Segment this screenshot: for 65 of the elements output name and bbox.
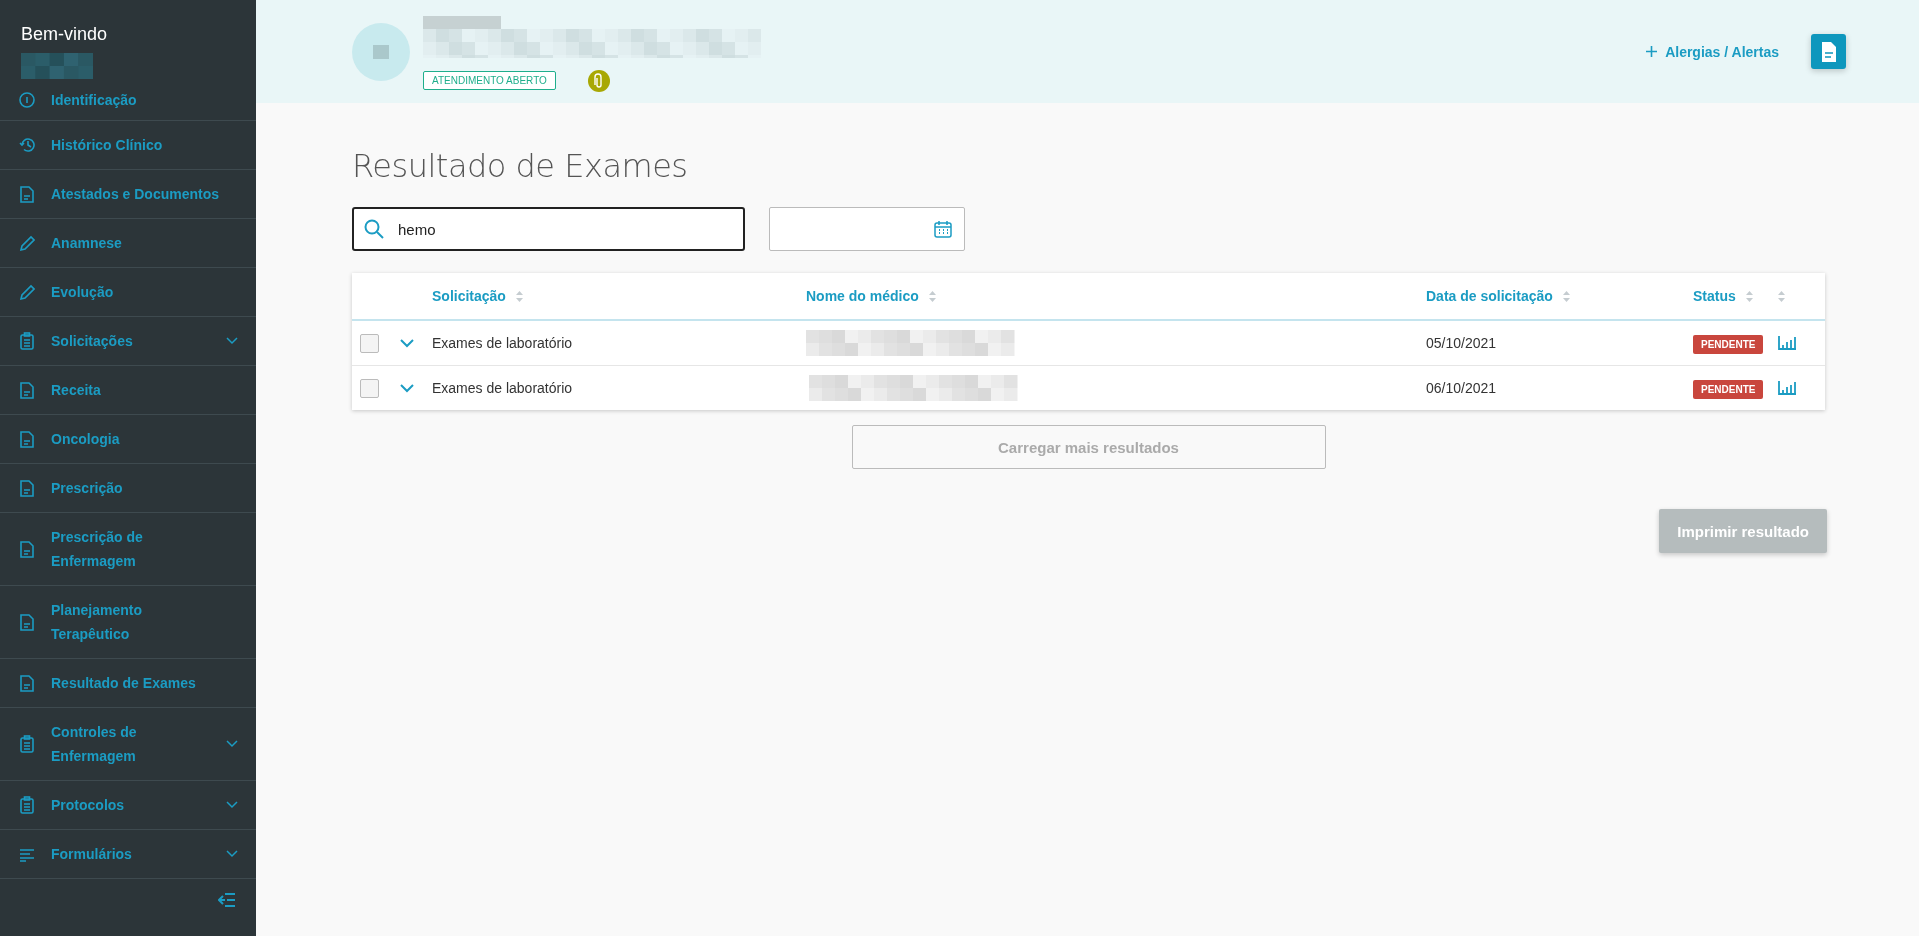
load-more-button[interactable]: Carregar mais resultados <box>851 425 1326 469</box>
column-header[interactable]: Nome do médico <box>806 288 919 304</box>
pencil-icon <box>19 283 35 301</box>
sidebar-item[interactable]: Evolução <box>0 268 256 317</box>
sidebar-item[interactable]: Controles de Enfermagem <box>0 708 256 781</box>
sidebar-item[interactable]: Prescrição de Enfermagem <box>0 513 256 586</box>
sidebar-item[interactable]: Formulários <box>0 830 256 879</box>
document-icon <box>19 479 35 497</box>
history-icon <box>19 136 35 154</box>
status-badge: PENDENTE <box>1693 335 1764 354</box>
document-button[interactable] <box>1811 34 1846 69</box>
row-checkbox[interactable] <box>360 333 379 353</box>
search-icon <box>364 219 384 239</box>
sidebar-item[interactable]: Oncologia <box>0 415 256 464</box>
clipboard-icon <box>19 735 35 753</box>
column-header[interactable]: Solicitação <box>432 288 506 304</box>
sort-icon[interactable] <box>515 290 523 302</box>
plus-icon <box>1646 46 1658 57</box>
row-checkbox[interactable] <box>360 378 379 398</box>
paperclip-icon[interactable] <box>587 69 610 92</box>
sidebar-item[interactable]: Planejamento Terapêutico <box>0 586 256 659</box>
sidebar-item[interactable]: Solicitações <box>0 317 256 366</box>
table-cell: 06/10/2021 <box>1426 380 1497 396</box>
sort-icon[interactable] <box>928 290 936 302</box>
table-cell: Exames de laboratório <box>432 335 573 351</box>
calendar-icon <box>934 220 952 238</box>
sidebar-item[interactable]: Protocolos <box>0 781 256 830</box>
welcome-text: Bem-vindo <box>20 23 109 45</box>
document-icon <box>19 185 35 203</box>
table-cell: Exames de laboratório <box>432 380 573 396</box>
bar-chart-icon[interactable] <box>1778 336 1796 350</box>
sidebar-item[interactable]: Resultado de Exames <box>0 659 256 708</box>
sidebar-item[interactable]: Histórico Clínico <box>0 121 256 170</box>
allergies-alerts-link[interactable]: Alergias / Alertas <box>1646 43 1779 60</box>
status-badge: ATENDIMENTO ABERTO <box>423 71 556 90</box>
clipboard-icon <box>19 796 35 814</box>
document-icon <box>19 613 35 631</box>
bar-chart-icon[interactable] <box>1778 381 1796 395</box>
chevron-down-icon[interactable] <box>400 383 414 393</box>
document-icon <box>19 674 35 692</box>
collapse-menu-icon[interactable] <box>218 893 236 907</box>
blurred-user-name <box>21 53 93 79</box>
column-header[interactable]: Data de solicitação <box>1426 288 1553 304</box>
info-icon <box>19 90 35 109</box>
sort-icon[interactable] <box>1745 290 1753 302</box>
pencil-icon <box>19 234 35 252</box>
chevron-down-icon[interactable] <box>400 338 414 348</box>
table-cell: 05/10/2021 <box>1426 335 1497 351</box>
search-field[interactable]: hemo <box>352 207 745 251</box>
document-icon <box>19 381 35 399</box>
sidebar-item[interactable]: Prescrição <box>0 464 256 513</box>
clipboard-icon <box>19 332 35 350</box>
sidebar-item[interactable]: Receita <box>0 366 256 415</box>
sidebar-item[interactable]: Atestados e Documentos <box>0 170 256 219</box>
column-header[interactable]: Status <box>1693 288 1736 304</box>
document-icon <box>1819 40 1838 63</box>
document-icon <box>19 540 35 558</box>
sort-icon[interactable] <box>1778 290 1785 302</box>
status-badge: PENDENTE <box>1693 380 1764 399</box>
sidebar-item[interactable]: Identificação <box>0 79 256 121</box>
date-field[interactable] <box>769 207 965 251</box>
sidebar-item[interactable]: Anamnese <box>0 219 256 268</box>
sort-icon[interactable] <box>1562 290 1570 302</box>
document-icon <box>19 430 35 448</box>
page-title: Resultado de Exames <box>352 147 689 185</box>
